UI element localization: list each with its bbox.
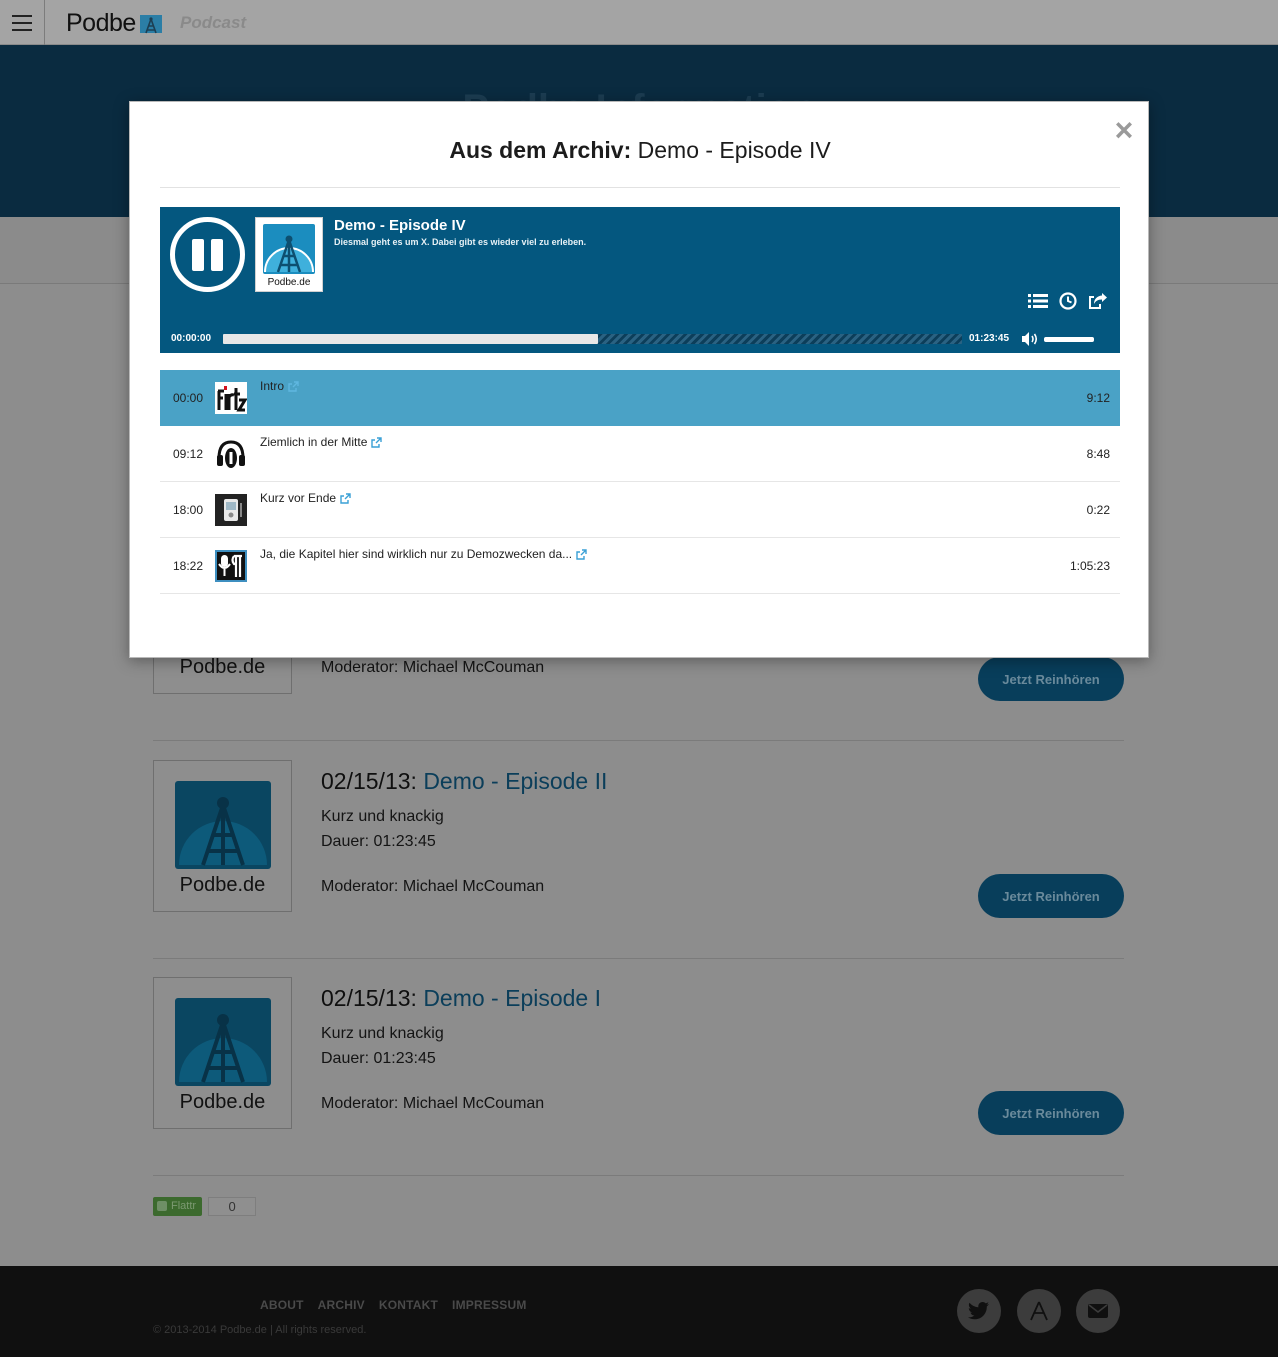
- episode-subtitle: Kurz und knackig: [321, 808, 444, 825]
- episode-subtitle: Kurz und knackig: [321, 1025, 444, 1042]
- player-subtitle: Diesmal geht es um X. Dabei gibt es wied…: [334, 237, 587, 247]
- chapter-title: Kurz vor Ende: [260, 491, 351, 505]
- chapter-title: Ziemlich in der Mitte: [260, 435, 383, 449]
- flattr-widget: Flattr 0: [153, 1196, 257, 1216]
- twitter-icon[interactable]: [957, 1289, 1001, 1333]
- chapter-title: Intro: [260, 379, 299, 393]
- chapter-title: Ja, die Kapitel hier sind wirklich nur z…: [260, 547, 587, 561]
- episode-title: 02/15/13: Demo - Episode II: [321, 768, 607, 795]
- hamburger-menu-icon[interactable]: [0, 0, 45, 45]
- modal-title-episode: Demo - Episode IV: [631, 137, 831, 163]
- volume-slider-fill: [1044, 337, 1094, 342]
- chapter-start: 18:00: [173, 503, 204, 517]
- episode-moderator: Moderator: Michael McCouman: [321, 1095, 545, 1112]
- brand-logo[interactable]: Podbe: [66, 9, 162, 38]
- brand-tagline: Podcast: [180, 13, 247, 32]
- audio-player: Podbe.de Demo - Episode IV Diesmal geht …: [160, 207, 1120, 353]
- episode-duration: Dauer: 01:23:45: [321, 833, 436, 850]
- top-navbar: Podbe Podcast: [0, 0, 1278, 45]
- episode-cover-label: Podbe.de: [179, 1091, 266, 1113]
- episode-date: 02/15/13:: [321, 768, 417, 794]
- player-title: Demo - Episode IV: [334, 217, 466, 234]
- mail-icon[interactable]: [1076, 1289, 1120, 1333]
- external-link-icon[interactable]: [371, 436, 383, 448]
- archive-modal: × Aus dem Archiv: Demo - Episode IV Podb…: [129, 101, 1149, 658]
- external-link-icon[interactable]: [576, 548, 587, 560]
- listen-now-button[interactable]: Jetzt Reinhören: [978, 874, 1124, 918]
- chapter-title-text: Intro: [260, 379, 285, 393]
- episode-title-link[interactable]: Demo - Episode I: [423, 985, 601, 1011]
- player-cover-label: Podbe.de: [267, 277, 311, 288]
- chapter-row[interactable]: 18:00 Kurz vor Ende 0:22: [160, 482, 1120, 538]
- chapter-duration: 1:05:23: [1069, 559, 1110, 573]
- episode-divider: [153, 740, 1124, 741]
- podbe-logo-icon: [263, 224, 315, 274]
- modal-title: Aus dem Archiv: Demo - Episode IV: [130, 137, 1150, 164]
- headphones-logo-icon: [217, 440, 245, 468]
- chapter-start: 09:12: [173, 447, 204, 461]
- copyright: © 2013-2014 Podbe.de | All rights reserv…: [153, 1324, 367, 1336]
- episode-cover-label: Podbe.de: [179, 656, 266, 678]
- chapter-list-icon[interactable]: [1028, 291, 1048, 311]
- progress-bar[interactable]: [223, 334, 962, 344]
- listen-now-button[interactable]: Jetzt Reinhören: [978, 1091, 1124, 1135]
- episode-cover-label: Podbe.de: [179, 874, 266, 896]
- episode-moderator: Moderator: Michael McCouman: [321, 878, 545, 895]
- footer-link-kontakt[interactable]: KONTAKT: [379, 1298, 438, 1312]
- episode-duration: Dauer: 01:23:45: [321, 1050, 436, 1067]
- chapter-title-text: Ja, die Kapitel hier sind wirklich nur z…: [260, 547, 573, 561]
- external-link-icon[interactable]: [340, 492, 351, 504]
- footer-link-archiv[interactable]: ARCHIV: [318, 1298, 365, 1312]
- footer-link-impressum[interactable]: IMPRESSUM: [452, 1298, 526, 1312]
- player-toolbar: [1028, 291, 1108, 311]
- volume-slider[interactable]: [1044, 337, 1094, 342]
- listen-now-button[interactable]: Jetzt Reinhören: [978, 657, 1124, 701]
- volume-icon[interactable]: [1021, 331, 1039, 347]
- chapter-duration: 9:12: [1086, 391, 1110, 405]
- modal-divider: [160, 187, 1120, 188]
- footer-link-about[interactable]: ABOUT: [260, 1298, 304, 1312]
- episode-cover[interactable]: Podbe.de: [153, 760, 292, 912]
- app-store-icon[interactable]: [1017, 1289, 1061, 1333]
- footer-nav: ABOUT ARCHIV KONTAKT IMPRESSUM: [260, 1298, 527, 1312]
- player-cover: Podbe.de: [255, 217, 323, 292]
- current-time: 00:00:00: [171, 333, 212, 344]
- episode-item: Podbe.de 02/15/13: Demo - Episode II Kur…: [153, 760, 1124, 920]
- chapter-row[interactable]: 09:12 Ziemlich in der Mitte 8:48: [160, 426, 1120, 482]
- device-logo-icon: [215, 494, 247, 526]
- episode-date: 02/15/13:: [321, 985, 417, 1011]
- total-time: 01:23:45: [969, 333, 1010, 344]
- episode-divider: [153, 958, 1124, 959]
- episode-cover[interactable]: Podbe.de: [153, 977, 292, 1129]
- episode-divider: [153, 1175, 1124, 1176]
- fritz-logo-icon: [215, 382, 247, 414]
- flattr-label: Flattr: [171, 1200, 197, 1212]
- clock-icon[interactable]: [1058, 291, 1078, 311]
- chapter-start: 18:22: [173, 559, 204, 573]
- tower-logo-icon: [139, 14, 162, 33]
- chapter-row[interactable]: 00:00 Intro 9:12: [160, 370, 1120, 426]
- episode-moderator: Moderator: Michael McCouman: [321, 659, 545, 676]
- pause-icon[interactable]: [170, 217, 245, 292]
- mic-logo-icon: [215, 550, 247, 582]
- share-icon[interactable]: [1088, 291, 1108, 311]
- episode-title: 02/15/13: Demo - Episode I: [321, 985, 601, 1012]
- episode-item: Podbe.de 02/15/13: Demo - Episode I Kurz…: [153, 977, 1124, 1137]
- progress-bar-fill: [223, 334, 599, 344]
- chapter-title-text: Kurz vor Ende: [260, 491, 337, 505]
- modal-title-bold: Aus dem Archiv:: [449, 137, 632, 163]
- chapter-row[interactable]: 18:22 Ja, die Kapitel hier sind wirklich…: [160, 538, 1120, 594]
- chapter-title-text: Ziemlich in der Mitte: [260, 435, 368, 449]
- flattr-icon: [157, 1201, 167, 1211]
- chapter-duration: 8:48: [1086, 447, 1110, 461]
- brand-name: Podbe: [66, 9, 136, 37]
- chapter-list: 00:00 Intro 9:12 09:12 Ziemlich in der M…: [160, 370, 1120, 594]
- external-link-icon[interactable]: [288, 380, 299, 392]
- episode-title-link[interactable]: Demo - Episode II: [423, 768, 607, 794]
- flattr-button[interactable]: Flattr: [153, 1196, 203, 1216]
- footer: ABOUT ARCHIV KONTAKT IMPRESSUM © 2013-20…: [0, 1266, 1278, 1357]
- chapter-duration: 0:22: [1086, 503, 1110, 517]
- chapter-start: 00:00: [173, 391, 204, 405]
- flattr-count: 0: [208, 1196, 257, 1216]
